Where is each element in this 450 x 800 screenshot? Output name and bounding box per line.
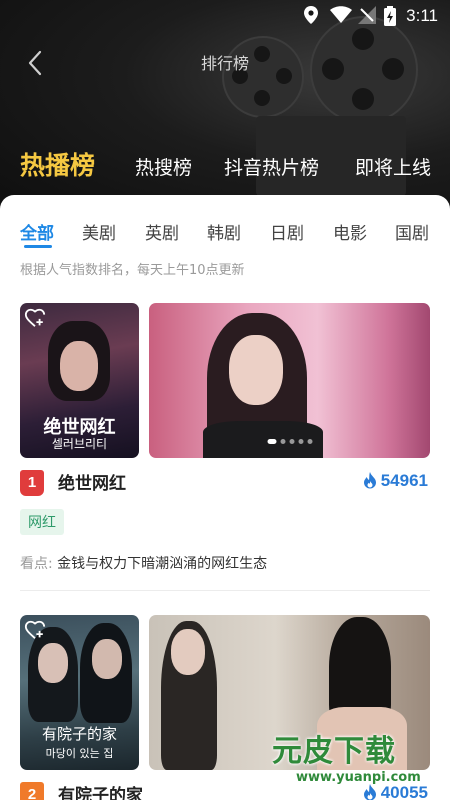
still-face bbox=[171, 629, 205, 675]
category-us-drama[interactable]: 美剧 bbox=[82, 219, 116, 244]
active-category-indicator bbox=[24, 245, 52, 248]
poster-face bbox=[38, 643, 68, 683]
poster-image[interactable]: 有院子的家 마당이 있는 집 bbox=[20, 615, 139, 770]
tab-hot-search[interactable]: 热搜榜 bbox=[135, 153, 192, 180]
category-all[interactable]: 全部 bbox=[20, 219, 54, 244]
carousel-dots bbox=[265, 429, 314, 448]
tab-hot-play[interactable]: 热播榜 bbox=[20, 146, 95, 182]
tab-douyin-hot[interactable]: 抖音热片榜 bbox=[224, 153, 319, 180]
still-face bbox=[229, 335, 283, 405]
highlight-text: 看点: 金钱与权力下暗潮汹涌的网红生态 bbox=[20, 553, 267, 573]
genre-tag[interactable]: 网红 bbox=[20, 509, 64, 535]
highlight-label: 看点: bbox=[20, 556, 53, 572]
category-tabs: 全部 美剧 英剧 韩剧 日剧 电影 国剧 bbox=[20, 219, 440, 255]
film-reel-decoration bbox=[222, 36, 304, 118]
ranking-hint: 根据人气指数排名，每天上午10点更新 bbox=[20, 263, 245, 278]
add-favorite-heart-icon[interactable] bbox=[24, 307, 46, 329]
show-title[interactable]: 有院子的家 bbox=[58, 781, 143, 800]
battery-charging-icon bbox=[384, 6, 396, 26]
poster-subtitle: 마당이 있는 집 bbox=[45, 747, 114, 760]
category-movie[interactable]: 电影 bbox=[333, 219, 367, 244]
add-favorite-heart-icon[interactable] bbox=[24, 619, 46, 641]
highlight-value: 金钱与权力下暗潮汹涌的网红生态 bbox=[57, 556, 268, 572]
watermark-logo-text: 元皮下载 bbox=[272, 734, 396, 769]
poster-subtitle: 셀러브리티 bbox=[51, 437, 108, 451]
category-japanese-drama[interactable]: 日剧 bbox=[270, 219, 304, 244]
heat-score: 54961 bbox=[363, 471, 428, 491]
rank-badge: 2 bbox=[20, 782, 44, 800]
location-icon bbox=[304, 6, 318, 24]
no-signal-icon bbox=[358, 6, 376, 24]
category-korean-drama[interactable]: 韩剧 bbox=[207, 219, 241, 244]
still-image[interactable] bbox=[149, 303, 430, 458]
status-bar: 3:11 bbox=[0, 0, 450, 32]
tab-coming-soon[interactable]: 即将上线 bbox=[355, 153, 431, 180]
divider bbox=[20, 590, 430, 591]
rank-badge: 1 bbox=[20, 470, 44, 496]
wifi-icon bbox=[330, 6, 352, 23]
show-title[interactable]: 绝世网红 bbox=[58, 469, 126, 494]
list-item[interactable]: 绝世网红 셀러브리티 1 绝世网红 54961 网红 看点: 金钱与权力下暗潮汹… bbox=[20, 303, 430, 603]
category-chinese-drama[interactable]: 国剧 bbox=[395, 219, 429, 244]
heat-value: 54961 bbox=[380, 471, 428, 490]
main-tabs: 热播榜 热搜榜 抖音热片榜 即将上线 bbox=[20, 140, 450, 180]
status-time: 3:11 bbox=[406, 6, 438, 25]
poster-title: 有院子的家 bbox=[41, 725, 117, 743]
poster-face bbox=[60, 341, 98, 391]
ranking-sheet: 全部 美剧 英剧 韩剧 日剧 电影 国剧 根据人气指数排名，每天上午10点更新 … bbox=[0, 195, 450, 800]
page-title: 排行榜 bbox=[200, 54, 249, 73]
category-uk-drama[interactable]: 英剧 bbox=[145, 219, 179, 244]
poster-face bbox=[92, 639, 122, 679]
watermark-url: www.yuanpi.com bbox=[296, 770, 421, 785]
poster-image[interactable]: 绝世网红 셀러브리티 bbox=[20, 303, 139, 458]
flame-icon bbox=[363, 472, 376, 489]
header: 3:11 排行榜 热播榜 热搜榜 抖音热片榜 即将上线 bbox=[0, 0, 450, 215]
site-watermark: 元皮下载 www.yuanpi.com bbox=[266, 726, 436, 794]
